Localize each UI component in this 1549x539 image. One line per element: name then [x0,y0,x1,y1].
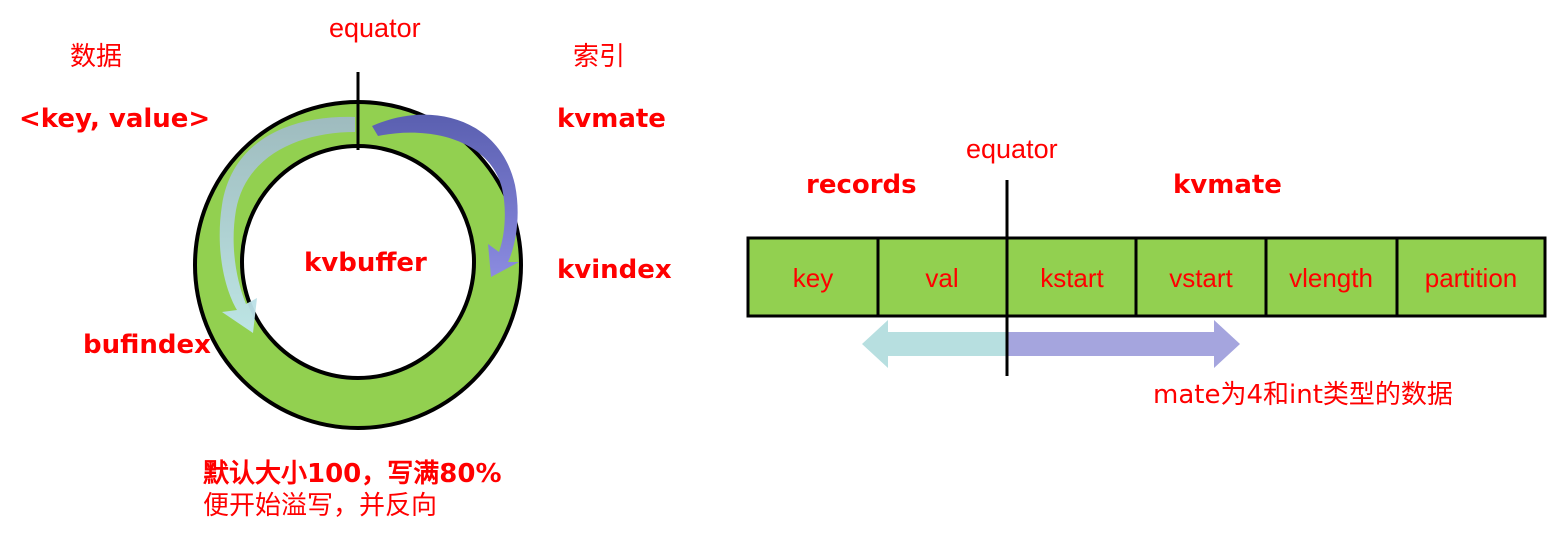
key-value-label: <key, value> [19,104,211,134]
mate-note: mate为4和int类型的数据 [1153,380,1453,410]
records-label: records [806,170,917,200]
kvindex-label: kvindex [557,255,672,285]
kvbuffer-label: kvbuffer [304,248,427,278]
records-direction-arrow [862,320,1008,368]
strip-kvmate-label: kvmate [1173,170,1282,200]
ring-equator-label: equator [329,13,421,43]
bufindex-label: bufindex [83,330,211,360]
ring-kvmate-label: kvmate [557,104,666,134]
kvmate-direction-arrow [1008,320,1240,368]
cell-key: key [793,263,833,293]
cell-kstart: kstart [1040,263,1104,293]
buffer-note-line2: 便开始溢写，并反向 [203,491,438,521]
cell-val: val [925,263,958,293]
cell-vstart: vstart [1169,263,1233,293]
cell-partition: partition [1425,263,1518,293]
cell-vlength: vlength [1289,263,1373,293]
buffer-note-line1: 默认大小100，写满80% [203,459,502,489]
strip-equator-label: equator [966,134,1058,164]
data-label: 数据 [70,42,123,72]
index-label: 索引 [573,42,626,72]
